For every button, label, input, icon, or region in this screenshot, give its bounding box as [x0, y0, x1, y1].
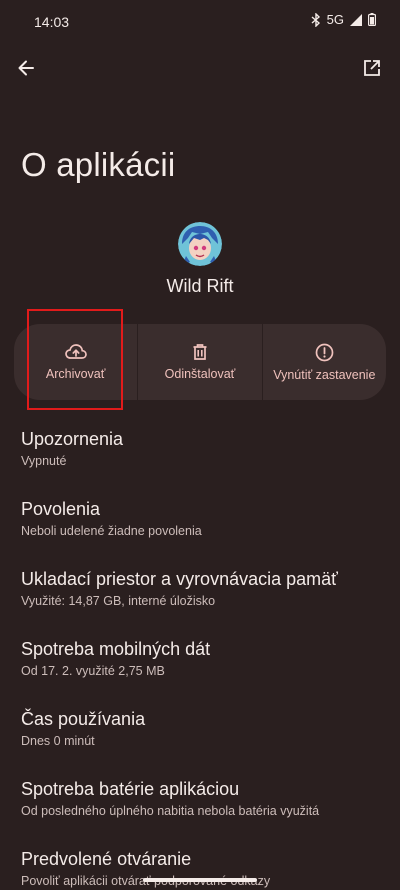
open-in-new-icon — [363, 59, 381, 82]
bluetooth-icon — [311, 12, 321, 27]
gesture-nav-handle[interactable] — [143, 878, 257, 882]
setting-mobile-data[interactable]: Spotreba mobilných dát Od 17. 2. využité… — [21, 639, 386, 678]
setting-subtitle: Dnes 0 minút — [21, 734, 95, 748]
status-time: 14:03 — [34, 14, 70, 30]
setting-subtitle: Vypnuté — [21, 454, 67, 468]
battery-icon — [368, 13, 376, 26]
setting-title: Spotreba mobilných dát — [21, 639, 211, 659]
alert-circle-icon — [315, 343, 334, 362]
top-app-bar — [0, 52, 400, 88]
page-title: O aplikácii — [21, 146, 176, 183]
setting-title: Ukladací priestor a vyrovnávacia pamäť — [21, 569, 338, 589]
setting-notifications[interactable]: Upozornenia Vypnuté — [21, 429, 386, 468]
setting-open-by-default[interactable]: Predvolené otváranie Povoliť aplikácii o… — [21, 849, 386, 888]
setting-title: Povolenia — [21, 499, 101, 519]
open-app-button[interactable] — [358, 56, 386, 84]
setting-title: Predvolené otváranie — [21, 849, 192, 869]
setting-title: Upozornenia — [21, 429, 124, 449]
setting-screen-time[interactable]: Čas používania Dnes 0 minút — [21, 709, 386, 748]
setting-subtitle: Neboli udelené žiadne povolenia — [21, 524, 202, 538]
setting-battery-usage[interactable]: Spotreba batérie aplikáciou Od poslednéh… — [21, 779, 386, 818]
force-stop-label: Vynútiť zastavenie — [273, 367, 376, 382]
signal-icon — [350, 13, 362, 26]
status-bar: 14:03 5G — [0, 0, 400, 44]
back-button[interactable] — [12, 56, 40, 84]
uninstall-label: Odinštalovať — [164, 367, 236, 381]
setting-subtitle: Od posledného úplného nabitia nebola bat… — [21, 804, 320, 818]
arrow-back-icon — [17, 59, 35, 82]
setting-storage-cache[interactable]: Ukladací priestor a vyrovnávacia pamäť V… — [21, 569, 386, 608]
setting-title: Spotreba batérie aplikáciou — [21, 779, 240, 799]
setting-subtitle: Od 17. 2. využité 2,75 MB — [21, 664, 165, 678]
trash-icon — [191, 343, 209, 361]
app-name: Wild Rift — [166, 276, 234, 296]
highlight-box — [27, 309, 123, 410]
setting-title: Čas používania — [21, 709, 146, 729]
setting-permissions[interactable]: Povolenia Neboli udelené žiadne povoleni… — [21, 499, 386, 538]
status-icons: 5G — [311, 12, 376, 27]
force-stop-button[interactable]: Vynútiť zastavenie — [261, 324, 386, 400]
setting-subtitle: Využité: 14,87 GB, interné úložisko — [21, 594, 216, 608]
network-type: 5G — [326, 12, 344, 27]
wild-rift-app-icon — [178, 222, 222, 266]
uninstall-button[interactable]: Odinštalovať — [137, 324, 261, 400]
